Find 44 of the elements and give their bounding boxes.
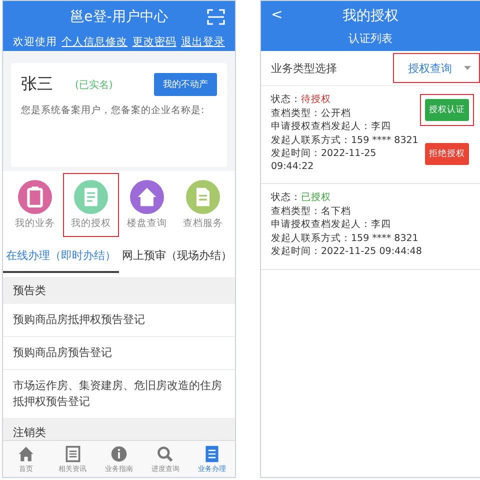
record-detail: 发起人联系方式：159 **** 8321 <box>271 232 420 245</box>
shortcut-button[interactable]: 查档服务 <box>175 173 231 237</box>
shortcut-button[interactable]: 楼盘查询 <box>119 173 175 237</box>
welcome-text: 欢迎使用 <box>13 35 57 49</box>
status-label: 状态： <box>271 94 301 106</box>
list-item[interactable]: 预购商品房抵押权预告登记 <box>3 304 235 337</box>
section-header: 预告类 <box>3 277 235 304</box>
header-link[interactable]: 更改密码 <box>132 35 176 49</box>
record-detail: 申请授权查档发起人：李四 <box>271 121 392 134</box>
verified-label: (已实名) <box>75 78 113 92</box>
record-detail: 查档类型：名下档 <box>271 206 352 218</box>
record-detail: 发起时间：2022-11-25 09:44:22 <box>271 148 378 173</box>
record-detail: 申请授权查档发起人：李四 <box>271 219 392 232</box>
list-item[interactable]: 预购商品房预告登记 <box>3 337 235 370</box>
status-label: 状态： <box>271 192 301 204</box>
user-name: 张三 <box>21 74 53 95</box>
home-icon <box>17 444 36 462</box>
page-title: 我的授权 <box>342 7 398 25</box>
list-icon <box>202 444 221 462</box>
record-detail: 查档类型：公开档 <box>271 108 352 120</box>
shortcut-button[interactable]: 我的授权 <box>63 173 119 237</box>
status-value: 待授权 <box>301 94 331 106</box>
header-link[interactable]: 个人信息修改 <box>62 35 128 49</box>
back-button[interactable]: < <box>271 7 283 23</box>
tab[interactable]: 网上预审（现场办结） <box>119 239 235 273</box>
filter-label: 业务类型选择 <box>271 60 337 76</box>
section-header: 注销类 <box>3 419 235 440</box>
scan-icon[interactable] <box>207 9 225 25</box>
page-subtitle: 认证列表 <box>348 31 394 47</box>
authorize-button[interactable]: 授权认证 <box>420 94 474 126</box>
caret-icon <box>464 66 471 70</box>
record-detail: 发起人联系方式：159 **** 8321 <box>271 134 420 147</box>
header-link[interactable]: 退出登录 <box>180 35 225 49</box>
shortcut-button[interactable]: 我的业务 <box>7 173 63 237</box>
tab[interactable]: 在线办理（即时办结） <box>3 239 119 273</box>
status-value: 已授权 <box>301 192 331 204</box>
profile-note: 您是系统备案用户，您备案的企业名称是: <box>21 104 206 117</box>
newspaper-icon <box>64 444 82 462</box>
info-icon <box>110 444 128 462</box>
app-title: 邕e登-用户中心 <box>70 8 168 26</box>
search-icon <box>156 444 174 462</box>
my-property-button[interactable]: 我的不动产 <box>154 73 217 96</box>
query-dropdown[interactable]: 授权查询 <box>393 53 480 83</box>
record-detail: 发起时间：2022-11-25 09:44:48 <box>271 246 423 258</box>
